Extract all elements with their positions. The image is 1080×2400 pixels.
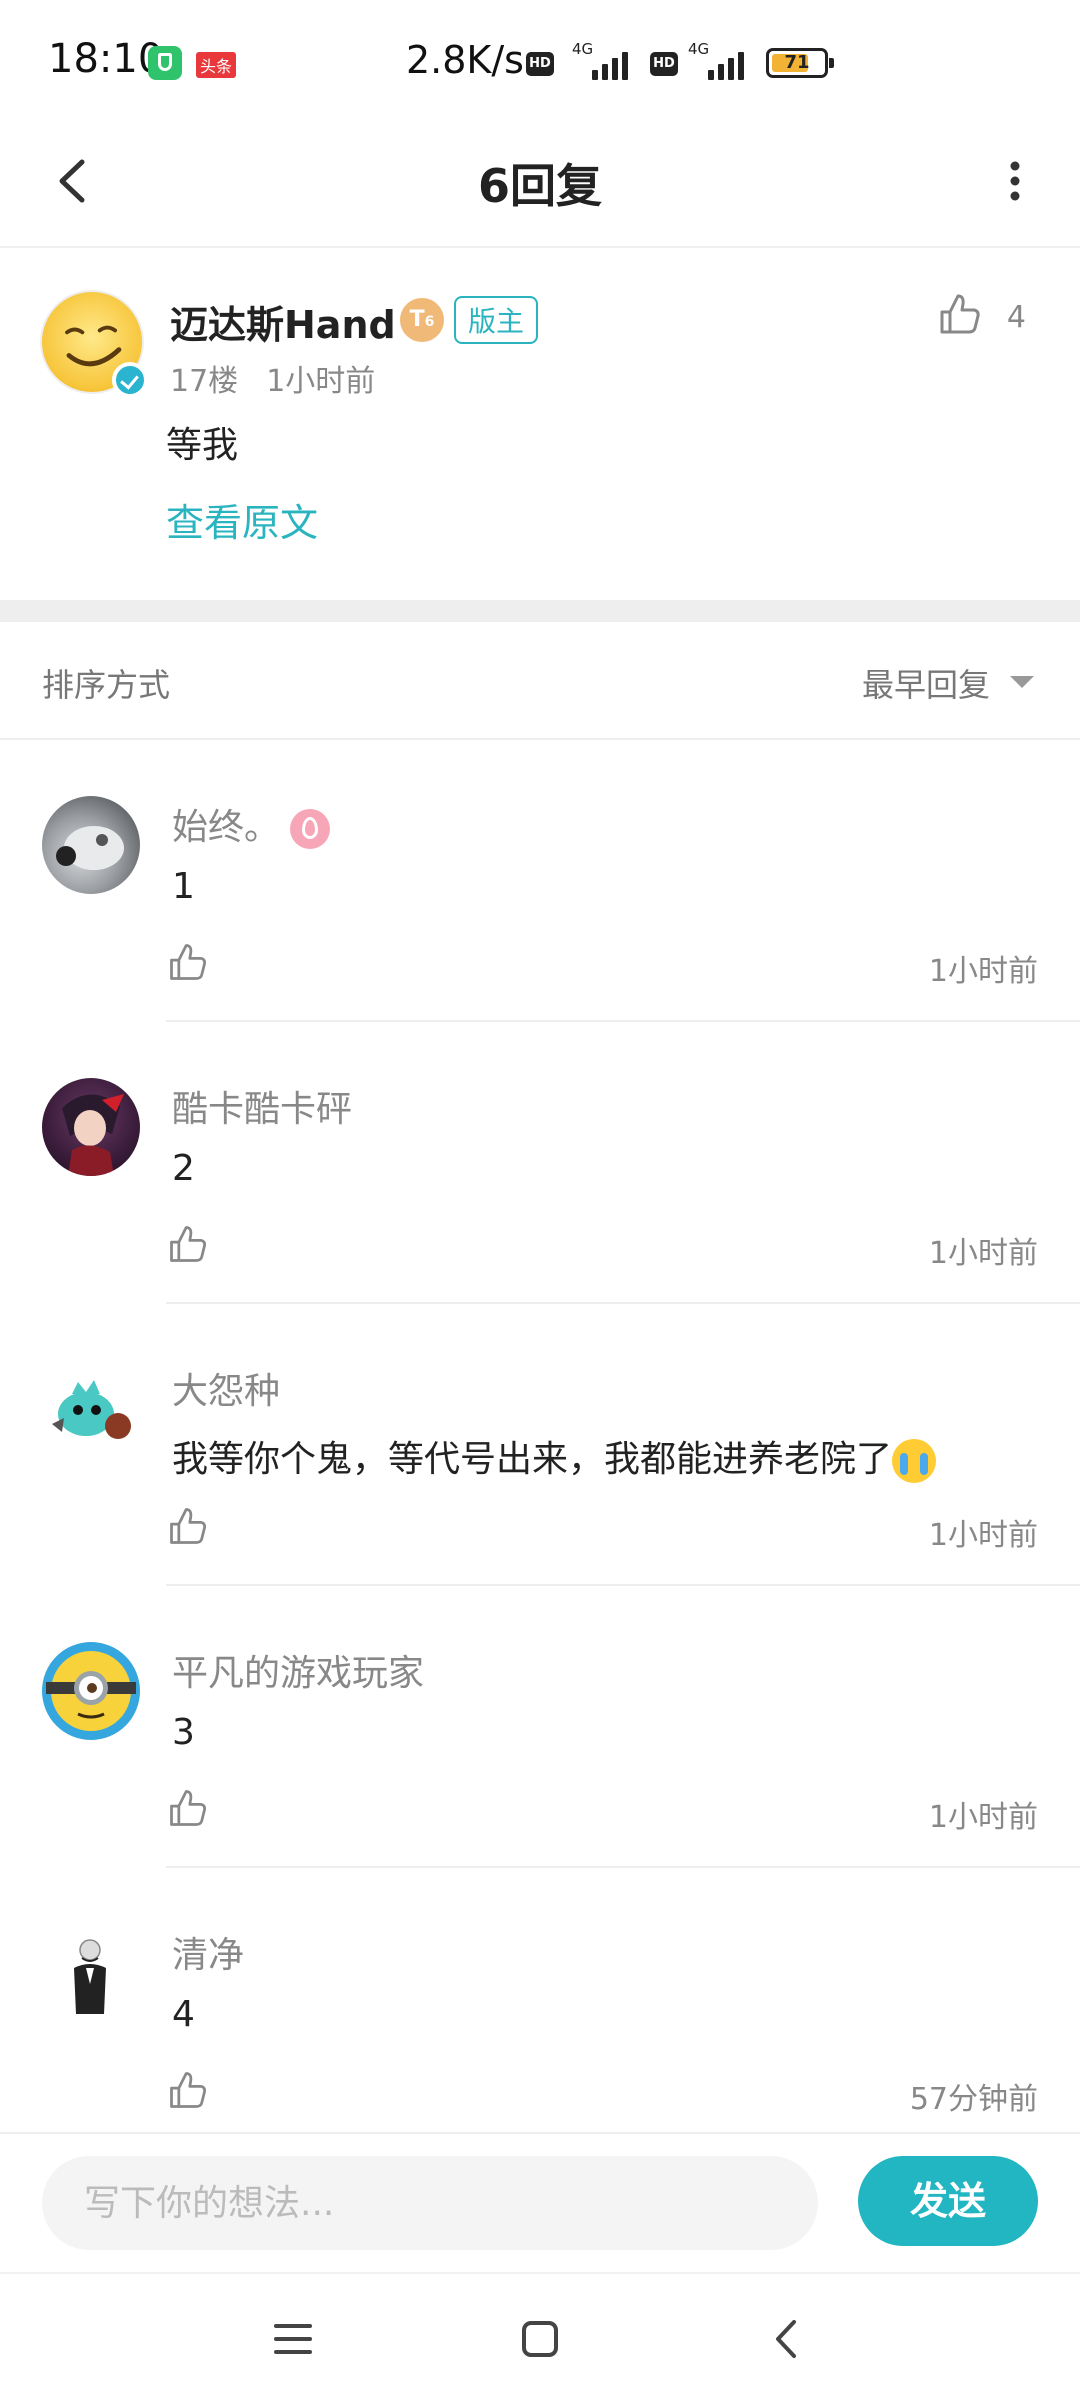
sort-bar: 排序方式 最早回复: [0, 622, 1080, 740]
signal-icon: [704, 48, 750, 80]
thumbs-up-icon: [170, 2072, 207, 2108]
reply-author-name[interactable]: 大怨种: [172, 1362, 280, 1414]
reply-text: 4: [172, 1994, 195, 2035]
reply-time: 1小时前: [928, 954, 1038, 989]
thumbs-up-icon: [940, 294, 980, 334]
level-badge: T6: [400, 298, 444, 342]
view-original-link[interactable]: 查看原文: [166, 492, 318, 547]
page-title: 6回复: [477, 159, 602, 213]
home-square-icon: [522, 2321, 558, 2357]
thumbs-up-icon: [170, 944, 207, 980]
reply-author-name[interactable]: 清净: [172, 1926, 244, 1978]
avatar[interactable]: [42, 1078, 140, 1176]
recent-apps-button[interactable]: [258, 2304, 328, 2374]
reply-author-name[interactable]: 始终。: [172, 798, 331, 850]
post-like-button[interactable]: [936, 290, 984, 342]
avatar[interactable]: [42, 1924, 140, 2022]
battery-level: 71: [784, 52, 810, 73]
reply-text: 1: [172, 866, 195, 907]
top-bar: 6回复: [0, 120, 1080, 248]
post-time: 1小时前: [266, 364, 376, 399]
comment-input[interactable]: [42, 2156, 818, 2250]
send-button[interactable]: 发送: [858, 2156, 1038, 2246]
blob-creature-icon: [52, 1380, 131, 1439]
thumbs-up-icon: [170, 1790, 207, 1826]
hd-icon: HD: [650, 52, 678, 76]
reply-item: 大怨种 我等你个鬼，等代号出来，我都能进养老院了 1小时前: [0, 1304, 1080, 1586]
toutiao-notification-icon: 头条: [196, 52, 237, 78]
section-divider: [0, 600, 1080, 622]
reply-text-content: 我等你个鬼，等代号出来，我都能进养老院了: [172, 1439, 893, 1480]
reply-like-button[interactable]: [166, 940, 210, 984]
reply-like-button[interactable]: [166, 1222, 210, 1266]
post-author-name[interactable]: 迈达斯Hand: [170, 294, 396, 349]
reply-author-text: 始终。: [172, 807, 281, 848]
home-button[interactable]: [505, 2304, 575, 2374]
network-speed: 2.8K/s: [406, 38, 524, 82]
reply-text: 3: [172, 1712, 195, 1753]
caret-down-icon[interactable]: [1010, 676, 1034, 688]
system-back-button[interactable]: [752, 2304, 822, 2374]
chevron-left-icon: [776, 2320, 796, 2358]
reply-item: 始终。 1 1小时前: [0, 740, 1080, 1022]
reply-text: 2: [172, 1148, 195, 1189]
reply-author-name[interactable]: 酷卡酷卡砰: [172, 1080, 352, 1132]
post-text: 等我: [166, 425, 239, 466]
menu-icon: [274, 2324, 312, 2354]
avatar[interactable]: [42, 796, 140, 894]
battery-icon: 71: [766, 48, 834, 78]
thumbs-up-icon: [170, 1226, 207, 1262]
sort-dropdown[interactable]: 最早回复: [862, 660, 990, 706]
thumbs-up-icon: [170, 1508, 207, 1544]
reply-like-button[interactable]: [166, 1504, 210, 1548]
reply-time: 57分钟前: [909, 2082, 1038, 2117]
status-bar: 18:10 头条 2.8K/s HD 4G HD 4G 71: [0, 0, 1080, 120]
more-vertical-icon: [1010, 161, 1020, 201]
reply-time: 1小时前: [928, 1518, 1038, 1553]
comment-composer: 发送: [0, 2132, 1080, 2272]
hd-icon: HD: [526, 52, 554, 76]
reply-time: 1小时前: [928, 1236, 1038, 1271]
reply-author-name[interactable]: 平凡的游戏玩家: [172, 1644, 424, 1696]
reply-like-button[interactable]: [166, 1786, 210, 1830]
floor-number: 17楼: [170, 364, 239, 399]
sort-label: 排序方式: [42, 666, 171, 704]
crying-emoji-icon: [892, 1439, 937, 1483]
avatar[interactable]: [40, 290, 148, 398]
reply-text: 我等你个鬼，等代号出来，我都能进养老院了: [172, 1430, 937, 1483]
cat-photo-icon: [56, 826, 124, 870]
verified-badge-icon: [112, 362, 148, 398]
avatar[interactable]: [42, 1360, 140, 1458]
reply-like-button[interactable]: [166, 2068, 210, 2112]
status-time: 18:10: [48, 36, 164, 82]
anime-character-icon: [62, 1094, 124, 1176]
level-number: 6: [424, 314, 435, 330]
post-like-count: 4: [1006, 300, 1026, 335]
post-meta: 17楼 1小时前: [170, 356, 375, 400]
minion-icon: [46, 1651, 136, 1731]
more-options-button[interactable]: [980, 146, 1050, 216]
moderator-badge: 版主: [454, 296, 539, 344]
reply-item: 酷卡酷卡砰 2 1小时前: [0, 1022, 1080, 1304]
fan-level-icon: [290, 809, 331, 849]
original-comment: 迈达斯Hand T6 版主 17楼 1小时前 4 等我 查看原文: [0, 250, 1080, 600]
reply-item: 清净 4 57分钟前: [0, 1868, 1080, 2150]
signal-icon: [588, 48, 634, 80]
reply-time: 1小时前: [928, 1800, 1038, 1835]
avatar[interactable]: [42, 1642, 140, 1740]
system-nav-bar: [0, 2272, 1080, 2400]
reply-item: 平凡的游戏玩家 3 1小时前: [0, 1586, 1080, 1868]
security-shield-icon: [148, 46, 182, 80]
sketch-figure-icon: [74, 1939, 106, 2014]
